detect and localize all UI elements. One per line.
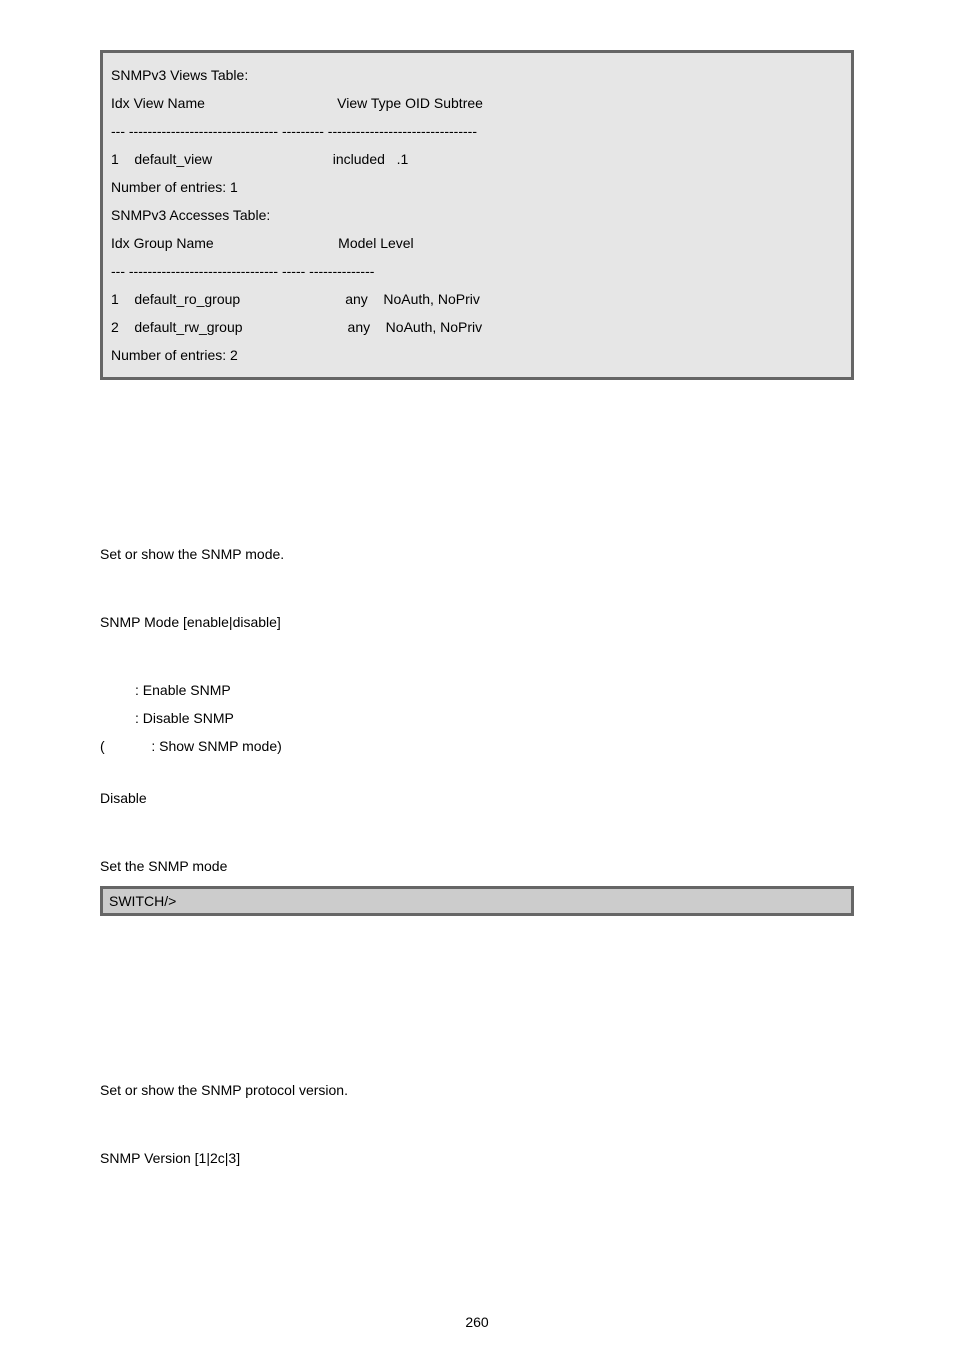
page-number: 260: [0, 1314, 954, 1330]
views-sep: --- -------------------------------- ---…: [111, 117, 843, 145]
views-header: Idx View Name View Type OID Subtree: [111, 89, 843, 117]
accesses-count: Number of entries: 2: [111, 341, 843, 369]
views-row-1: 1 default_view included .1: [111, 145, 843, 173]
accesses-row-2: 2 default_rw_group any NoAuth, NoPriv: [111, 313, 843, 341]
accesses-sep: --- -------------------------------- ---…: [111, 257, 843, 285]
snmp-tables-box: SNMPv3 Views Table: Idx View Name View T…: [100, 50, 854, 380]
snmp-version-syntax: SNMP Version [1|2c|3]: [100, 1144, 854, 1172]
accesses-header: Idx Group Name Model Level: [111, 229, 843, 257]
snmp-mode-param-show: ( : Show SNMP mode): [100, 732, 854, 760]
accesses-title: SNMPv3 Accesses Table:: [111, 201, 843, 229]
views-count: Number of entries: 1: [111, 173, 843, 201]
accesses-row-1: 1 default_ro_group any NoAuth, NoPriv: [111, 285, 843, 313]
views-title: SNMPv3 Views Table:: [111, 61, 843, 89]
snmp-mode-desc: Set or show the SNMP mode.: [100, 540, 854, 568]
command-box: SWITCH/>: [100, 886, 854, 916]
snmp-mode-param-disable: : Disable SNMP: [100, 704, 854, 732]
command-text: SWITCH/>: [109, 893, 176, 909]
snmp-mode-param-enable: : Enable SNMP: [100, 676, 854, 704]
snmp-mode-default: Disable: [100, 784, 854, 812]
snmp-version-desc: Set or show the SNMP protocol version.: [100, 1076, 854, 1104]
snmp-mode-example-label: Set the SNMP mode: [100, 852, 854, 880]
snmp-mode-syntax: SNMP Mode [enable|disable]: [100, 608, 854, 636]
